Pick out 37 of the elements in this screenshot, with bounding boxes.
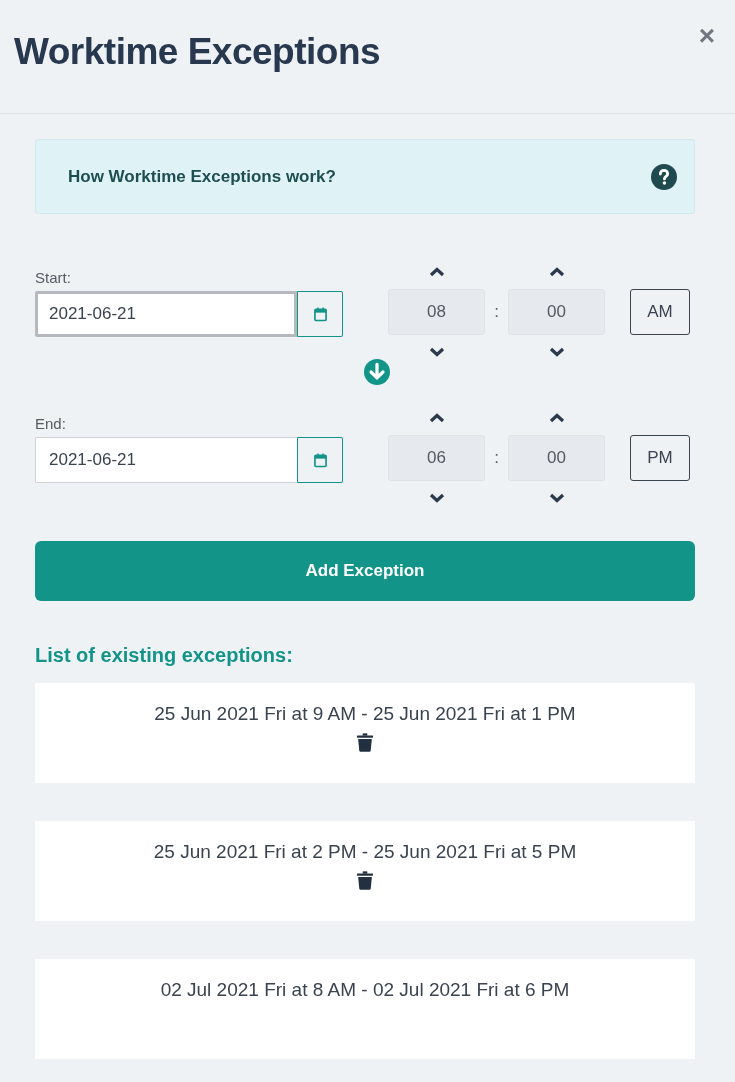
date-input[interactable]: 2021-06-21 (35, 437, 297, 483)
exception-text: 02 Jul 2021 Fri at 8 AM - 02 Jul 2021 Fri at 6 PM (160, 979, 570, 1001)
close-button[interactable]: × (694, 22, 719, 50)
chevron-up-icon[interactable] (548, 267, 565, 277)
hour-input[interactable]: 06 (388, 435, 485, 481)
meridiem-toggle[interactable]: PM (630, 435, 690, 481)
chevron-up-icon[interactable] (428, 413, 445, 423)
calendar-icon (313, 452, 327, 468)
chevron-down-icon[interactable] (428, 493, 445, 503)
chevron-up-icon[interactable] (428, 267, 445, 277)
calendar-icon (313, 306, 327, 322)
chevron-down-icon[interactable] (548, 347, 565, 357)
chevron-down-icon[interactable] (428, 347, 445, 357)
meridiem-toggle[interactable]: AM (630, 289, 690, 335)
info-panel[interactable]: How Worktime Exceptions work? (35, 139, 695, 214)
exception-text: 25 Jun 2021 Fri at 2 PM - 25 Jun 2021 Fri at 5 PM (153, 841, 577, 863)
calendar-button[interactable] (297, 437, 343, 483)
trash-icon[interactable] (357, 733, 373, 752)
minute-input[interactable]: 00 (508, 435, 605, 481)
exception-text: 25 Jun 2021 Fri at 9 AM - 25 Jun 2021 Fri at 1 PM (154, 703, 576, 725)
arrow-down-icon (364, 359, 390, 385)
info-text: How Worktime Exceptions work? (68, 166, 336, 187)
add-exception-button[interactable]: Add Exception (35, 541, 695, 601)
hour-input[interactable]: 08 (388, 289, 485, 335)
minute-input[interactable]: 00 (508, 289, 605, 335)
trash-icon[interactable] (357, 871, 373, 890)
chevron-down-icon[interactable] (548, 493, 565, 503)
field-label: Start: (35, 269, 72, 286)
date-input[interactable]: 2021-06-21 (35, 291, 297, 337)
field-label: End: (35, 415, 67, 432)
time-separator: : (493, 448, 500, 468)
time-separator: : (493, 302, 500, 322)
chevron-up-icon[interactable] (548, 413, 565, 423)
calendar-button[interactable] (297, 291, 343, 337)
list-heading: List of existing exceptions: (35, 644, 294, 667)
help-icon[interactable] (651, 163, 677, 190)
dialog-title: Worktime Exceptions (14, 31, 381, 73)
